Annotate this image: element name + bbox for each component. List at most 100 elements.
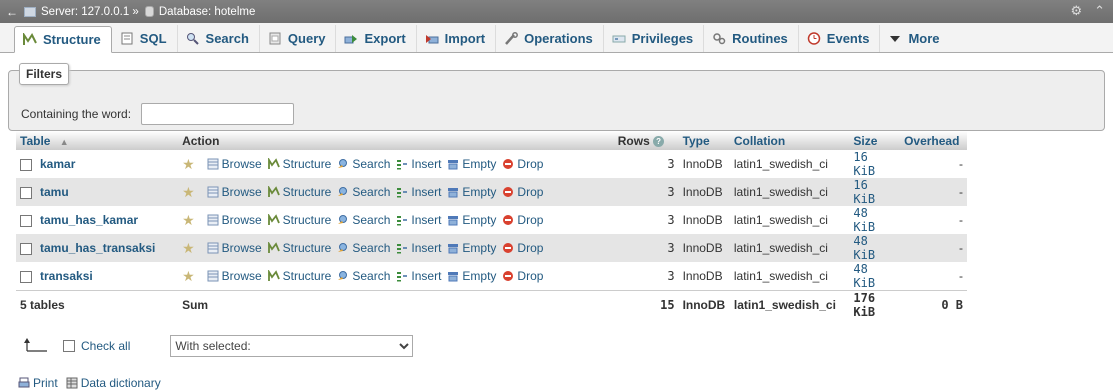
- search-label: Search: [352, 241, 391, 255]
- tab-export[interactable]: Export: [336, 25, 417, 52]
- check-all-checkbox[interactable]: [63, 340, 75, 352]
- row-checkbox[interactable]: [20, 242, 32, 255]
- header-type[interactable]: Type: [678, 131, 730, 150]
- structure-action[interactable]: Structure: [267, 269, 331, 283]
- table-name-link[interactable]: tamu: [40, 185, 69, 199]
- print-link[interactable]: Print: [18, 376, 58, 390]
- favorite-star-icon[interactable]: ★: [182, 240, 195, 257]
- search-action[interactable]: Search: [337, 213, 390, 227]
- table-name-link[interactable]: tamu_has_kamar: [40, 213, 138, 227]
- header-table[interactable]: Table ▲: [16, 131, 179, 150]
- table-name-link[interactable]: kamar: [40, 157, 75, 171]
- table-name-cell[interactable]: tamu_has_transaksi: [16, 234, 179, 262]
- favorite-star-icon[interactable]: ★: [182, 212, 195, 229]
- header-overhead[interactable]: Overhead: [900, 131, 967, 150]
- browse-action[interactable]: Browse: [207, 213, 262, 227]
- size-cell[interactable]: 16 KiB: [849, 178, 901, 206]
- row-checkbox[interactable]: [20, 186, 32, 199]
- insert-action[interactable]: Insert: [396, 241, 441, 255]
- empty-action[interactable]: Empty: [447, 157, 496, 171]
- bulk-actions: Check all With selected:: [23, 335, 1113, 357]
- browse-action[interactable]: Browse: [207, 269, 262, 283]
- server-breadcrumb-bar: ← Server: 127.0.0.1 » Database: hotelme …: [0, 0, 1113, 23]
- search-action[interactable]: Search: [337, 185, 390, 199]
- table-name-cell[interactable]: transaksi: [16, 262, 179, 291]
- empty-label: Empty: [462, 157, 497, 171]
- clock-icon: [807, 32, 821, 45]
- tab-events[interactable]: Events: [799, 25, 881, 52]
- import-icon: [425, 32, 439, 45]
- filters-fieldset: Filters Containing the word:: [8, 63, 1105, 131]
- table-name-link[interactable]: tamu_has_transaksi: [40, 241, 155, 255]
- size-cell[interactable]: 48 KiB: [849, 262, 901, 291]
- row-checkbox[interactable]: [20, 158, 32, 171]
- insert-action[interactable]: Insert: [396, 213, 441, 227]
- search-action[interactable]: Search: [337, 157, 390, 171]
- size-cell[interactable]: 48 KiB: [849, 206, 901, 234]
- check-all[interactable]: Check all: [63, 339, 130, 353]
- header-collation[interactable]: Collation: [729, 131, 850, 150]
- header-size[interactable]: Size: [849, 131, 901, 150]
- tab-search[interactable]: Search: [178, 25, 260, 52]
- tab-operations[interactable]: Operations: [496, 25, 604, 52]
- insert-action[interactable]: Insert: [396, 185, 441, 199]
- favorite-star-icon[interactable]: ★: [182, 184, 195, 201]
- tab-sql[interactable]: SQL: [112, 25, 178, 52]
- structure-action[interactable]: Structure: [267, 213, 331, 227]
- check-all-label[interactable]: Check all: [81, 339, 130, 353]
- table-name-link[interactable]: transaksi: [40, 269, 93, 283]
- insert-action[interactable]: Insert: [396, 269, 441, 283]
- data-dictionary-link[interactable]: Data dictionary: [66, 376, 161, 390]
- size-cell[interactable]: 48 KiB: [849, 234, 901, 262]
- structure-action[interactable]: Structure: [267, 241, 331, 255]
- summary-type: InnoDB: [678, 290, 730, 319]
- tab-privileges[interactable]: Privileges: [604, 25, 705, 52]
- table-name-cell[interactable]: kamar: [16, 150, 179, 178]
- help-icon[interactable]: ?: [653, 135, 665, 147]
- tab-routines[interactable]: Routines: [704, 25, 799, 52]
- structure-action[interactable]: Structure: [267, 185, 331, 199]
- browse-action[interactable]: Browse: [207, 157, 262, 171]
- drop-action[interactable]: Drop: [502, 213, 543, 227]
- favorite-star-icon[interactable]: ★: [182, 268, 195, 285]
- empty-action[interactable]: Empty: [447, 185, 496, 199]
- structure-action[interactable]: Structure: [267, 157, 331, 171]
- tab-structure[interactable]: Structure: [14, 26, 112, 53]
- breadcrumb-database[interactable]: Database: hotelme: [159, 6, 256, 18]
- empty-label: Empty: [462, 185, 497, 199]
- row-checkbox[interactable]: [20, 270, 32, 283]
- drop-action[interactable]: Drop: [502, 241, 543, 255]
- browse-action[interactable]: Browse: [207, 241, 262, 255]
- tab-query[interactable]: Query: [260, 25, 337, 52]
- empty-action[interactable]: Empty: [447, 269, 496, 283]
- overhead-cell: -: [900, 262, 967, 291]
- tab-import[interactable]: Import: [417, 25, 497, 52]
- settings-gear-icon[interactable]: ⚙: [1070, 3, 1082, 19]
- insert-action[interactable]: Insert: [396, 157, 441, 171]
- table-name-cell[interactable]: tamu_has_kamar: [16, 206, 179, 234]
- collapse-icon[interactable]: ⌃: [1094, 3, 1105, 19]
- empty-icon: [447, 270, 459, 282]
- empty-action[interactable]: Empty: [447, 241, 496, 255]
- table-name-cell[interactable]: tamu: [16, 178, 179, 206]
- size-cell[interactable]: 16 KiB: [849, 150, 901, 178]
- search-action[interactable]: Search: [337, 241, 390, 255]
- header-rows[interactable]: Rows ?: [613, 131, 679, 150]
- breadcrumb-server[interactable]: Server: 127.0.0.1 »: [41, 6, 139, 18]
- tab-label: More: [908, 31, 940, 46]
- drop-action[interactable]: Drop: [502, 157, 543, 171]
- drop-action[interactable]: Drop: [502, 185, 543, 199]
- drop-icon: [502, 158, 514, 170]
- favorite-star-icon[interactable]: ★: [182, 156, 195, 173]
- table-row: transaksi ★ Browse Structure Search Insert Emp…: [16, 262, 967, 291]
- empty-action[interactable]: Empty: [447, 213, 496, 227]
- drop-action[interactable]: Drop: [502, 269, 543, 283]
- with-selected-select[interactable]: With selected:: [170, 335, 414, 357]
- tab-more[interactable]: More: [880, 25, 949, 52]
- filter-input[interactable]: [141, 103, 295, 125]
- back-arrow-icon[interactable]: ←: [0, 5, 24, 19]
- browse-action[interactable]: Browse: [207, 185, 262, 199]
- search-action[interactable]: Search: [337, 269, 390, 283]
- header-rows-label: Rows: [617, 133, 650, 148]
- row-checkbox[interactable]: [20, 214, 32, 227]
